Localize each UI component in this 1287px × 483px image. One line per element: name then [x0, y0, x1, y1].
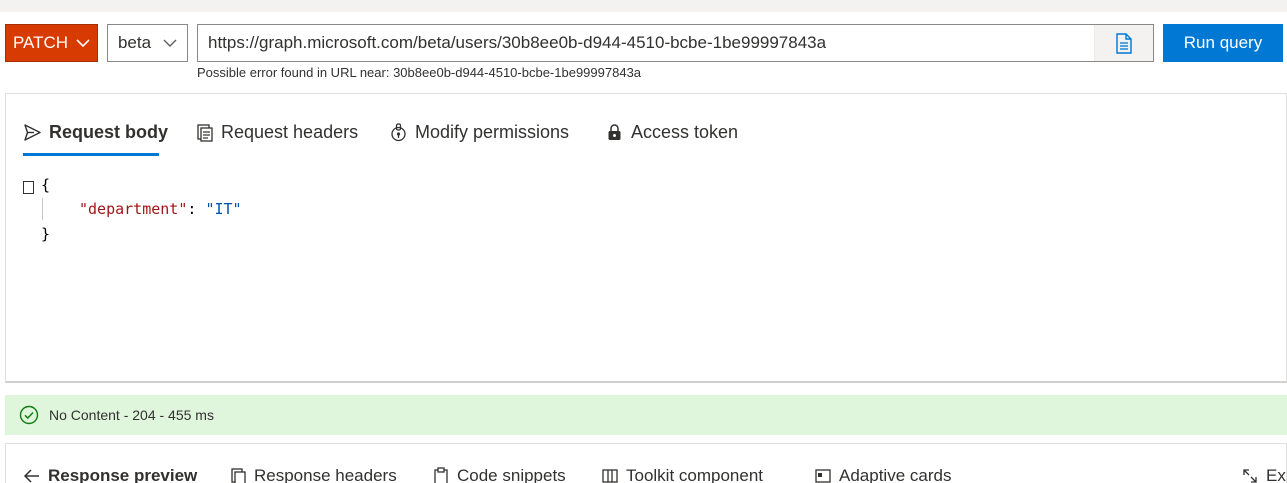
- http-method-label: PATCH: [12, 33, 69, 52]
- lock-icon: [608, 123, 621, 140]
- tab-label: Request body: [49, 121, 169, 142]
- documentation-button[interactable]: [1094, 25, 1153, 61]
- card-icon: [815, 469, 831, 483]
- json-value: "IT": [205, 200, 242, 218]
- http-method-dropdown[interactable]: PATCH: [5, 24, 98, 62]
- chevron-down-icon: [163, 39, 177, 47]
- success-check-icon: [19, 405, 39, 425]
- request-panel: Request body Request headers Modify perm…: [5, 93, 1287, 383]
- response-panel: Response preview Response headers Code s…: [5, 443, 1287, 483]
- clipboard-icon: [434, 467, 448, 483]
- run-query-button[interactable]: Run query: [1163, 24, 1283, 62]
- send-icon: [24, 123, 41, 141]
- url-input[interactable]: [198, 25, 1094, 61]
- code-line-close: }: [41, 225, 51, 243]
- url-field: [197, 24, 1154, 62]
- expand-icon: [1243, 469, 1257, 483]
- indent-guide: [42, 198, 43, 220]
- tab-access-token[interactable]: Access token: [605, 112, 738, 152]
- tab-request-headers[interactable]: Request headers: [195, 112, 358, 152]
- tab-label: Modify permissions: [415, 121, 570, 142]
- url-error-message: Possible error found in URL near: 30b8ee…: [197, 65, 641, 80]
- api-version-dropdown[interactable]: beta: [107, 24, 188, 62]
- api-version-label: beta: [117, 33, 152, 52]
- tab-modify-permissions[interactable]: Modify permissions: [389, 112, 569, 152]
- headers-icon: [231, 468, 246, 483]
- toolkit-icon: [602, 469, 618, 483]
- active-tab-indicator: [23, 153, 159, 156]
- top-strip: [0, 0, 1287, 12]
- permissions-icon: [391, 122, 406, 141]
- code-line-open: {: [41, 176, 51, 194]
- json-colon: :: [187, 200, 206, 218]
- url-error-prefix: Possible error found in URL near:: [197, 65, 390, 80]
- chevron-down-icon: [76, 38, 90, 47]
- back-arrow-icon: [23, 469, 39, 483]
- response-status-bar: No Content - 204 - 455 ms: [5, 395, 1287, 435]
- tab-label: Request headers: [221, 121, 359, 142]
- headers-icon: [197, 123, 213, 142]
- code-fold-toggle[interactable]: [23, 181, 34, 194]
- status-text: No Content - 204 - 455 ms: [49, 407, 214, 423]
- document-icon: [1116, 32, 1132, 54]
- url-error-value: 30b8ee0b-d944-4510-bcbe-1be99997843a: [393, 65, 642, 80]
- json-key: "department": [79, 200, 188, 218]
- code-line-property: "department": "IT": [79, 200, 242, 218]
- tab-request-body[interactable]: Request body: [23, 112, 168, 152]
- tab-label: Access token: [631, 121, 739, 142]
